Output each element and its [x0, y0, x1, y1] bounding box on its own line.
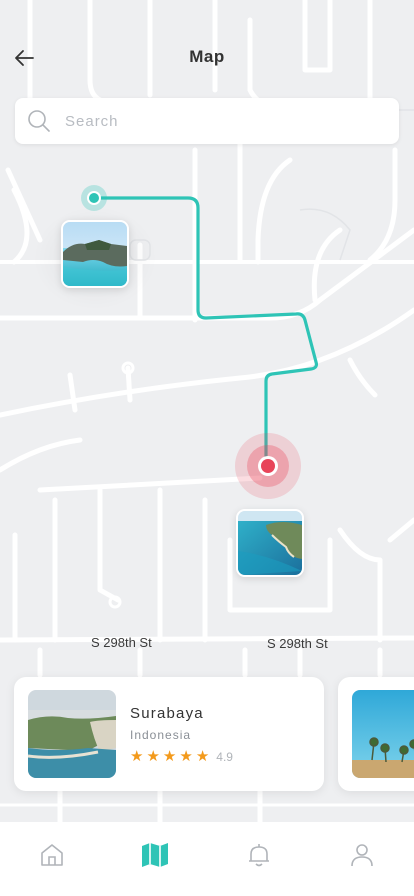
tab-profile[interactable]: [332, 842, 392, 886]
place-card-country: Indonesia: [130, 728, 192, 742]
street-label-left: S 298th St: [91, 635, 152, 650]
bay-photo: [238, 511, 302, 575]
bell-icon: [248, 844, 269, 867]
search-input[interactable]: [63, 111, 399, 131]
destination-marker: [235, 433, 301, 499]
place-card[interactable]: Surabaya Indonesia ★ ★ ★ ★ ★ 4.9: [14, 677, 324, 791]
street-label-right: S 298th St: [267, 636, 328, 651]
place-card-image: [28, 690, 116, 778]
place-thumbnail-bay[interactable]: [236, 509, 304, 577]
palm-beach-photo: [352, 690, 414, 778]
rating-stars: ★ ★ ★ ★ ★ 4.9: [130, 749, 233, 765]
star-icon: ★: [179, 748, 193, 765]
place-card-name: Surabaya: [130, 705, 204, 722]
header: Map: [0, 0, 414, 92]
star-icon: ★: [195, 748, 210, 765]
map-icon: [142, 843, 169, 867]
bottom-tab-bar: [0, 822, 414, 896]
rating-value: 4.9: [216, 750, 233, 764]
search-bar[interactable]: [15, 98, 399, 144]
search-icon: [25, 107, 53, 135]
place-card-next[interactable]: [338, 677, 414, 791]
tab-map[interactable]: [125, 842, 185, 886]
tab-home[interactable]: [22, 842, 82, 886]
home-icon: [40, 844, 63, 866]
place-thumbnail-cliff[interactable]: [61, 220, 129, 288]
star-icon: ★: [146, 748, 160, 765]
place-card-image: [352, 690, 414, 778]
star-icon: ★: [162, 748, 177, 765]
cliff-photo: [63, 222, 127, 286]
coast-photo: [28, 690, 116, 778]
tab-notifications[interactable]: [229, 842, 289, 886]
star-icon: ★: [130, 748, 144, 765]
page-title: Map: [189, 47, 225, 66]
user-icon: [351, 844, 374, 867]
start-location-marker: [81, 185, 107, 211]
